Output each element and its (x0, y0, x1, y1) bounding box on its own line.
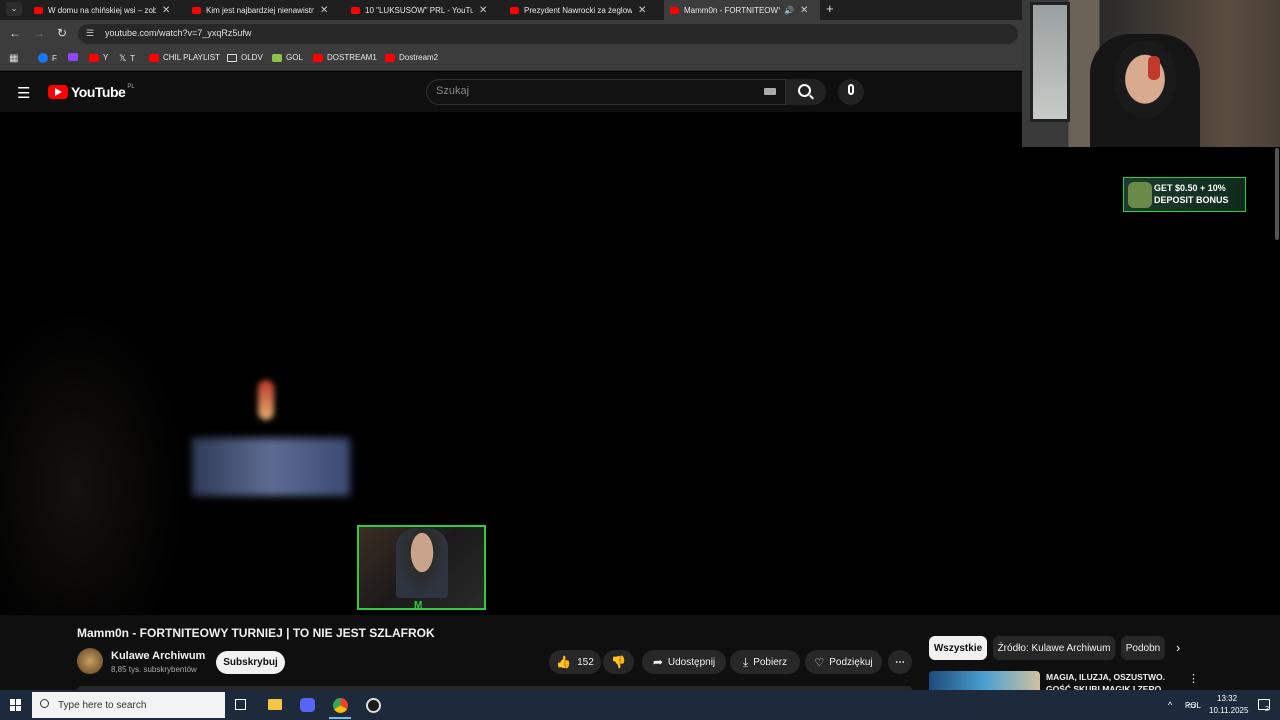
share-arrow-icon: ➦ (652, 655, 663, 669)
close-tab-icon[interactable]: ✕ (800, 5, 808, 16)
new-tab-button[interactable]: + (826, 1, 834, 16)
dislike-button[interactable]: 👎 (603, 650, 634, 674)
channel-avatar[interactable] (77, 648, 103, 674)
chip-source[interactable]: Źródło: Kulawe Archiwum (993, 636, 1115, 660)
youtube-favicon-icon (192, 6, 201, 14)
recommended-title-line1[interactable]: MAGIA, ILUZJA, OSZUSTWO. (1046, 672, 1165, 682)
tab-list-dropdown[interactable]: ⌄ (6, 2, 22, 16)
download-icon: ⤓ (742, 654, 749, 669)
bookmark-gol[interactable]: GOL (272, 53, 303, 62)
window-frame (1030, 2, 1070, 122)
youtube-favicon-icon (510, 6, 519, 14)
webcam-logo-m: M (414, 600, 423, 611)
keyboard-language[interactable]: POL (1185, 701, 1201, 710)
like-button[interactable]: 👍 152 (549, 650, 601, 674)
video-player[interactable] (0, 112, 1280, 615)
youtube-icon (313, 53, 323, 62)
taskbar-search-icon (40, 699, 49, 708)
bookmark-dostream1[interactable]: DOSTREAM1 (313, 53, 377, 62)
close-tab-icon[interactable]: ✕ (320, 5, 328, 16)
chevron-right-icon[interactable]: › (1176, 640, 1180, 655)
youtube-play-logo-icon (48, 85, 68, 99)
tray-chevron-up-icon[interactable]: ^ (1168, 700, 1172, 710)
bookmark-f[interactable]: F (38, 53, 57, 63)
blurred-figure (258, 380, 274, 420)
headset-icon (1148, 56, 1160, 80)
folder-icon (227, 53, 237, 62)
forward-icon[interactable]: → (33, 26, 45, 40)
more-actions-button[interactable]: ⋯ (888, 650, 912, 674)
clock-date[interactable]: 10.11.2025 (1209, 706, 1248, 715)
keyboard-icon[interactable] (764, 88, 776, 95)
gol-icon (272, 53, 282, 62)
clock-time[interactable]: 13:32 (1217, 694, 1237, 703)
youtube-favicon-icon (670, 6, 679, 14)
back-icon[interactable]: ← (9, 26, 21, 40)
microphone-icon (848, 84, 854, 95)
recommended-menu-icon[interactable]: ⋮ (1188, 672, 1199, 685)
tab-5-active[interactable]: Mamm0n - FORTNITEOWY 🔊 ✕ (664, 0, 820, 20)
notification-count: 2 (1265, 706, 1269, 713)
tab-2[interactable]: Kim jest najbardziej nienawistn ✕ (186, 0, 342, 20)
facecam-person (1090, 34, 1200, 147)
bookmark-t[interactable]: 𝕏T (119, 53, 135, 64)
blurred-game-element (192, 438, 350, 496)
subscribe-button[interactable]: Subskrybuj (216, 651, 285, 674)
app-icon-obs[interactable] (366, 698, 381, 713)
tab-1[interactable]: W domu na chińskiej wsi – zob ✕ (28, 0, 184, 20)
more-dots-icon: ⋯ (895, 656, 905, 668)
file-explorer-icon[interactable] (268, 699, 282, 710)
bookmark-y[interactable]: Y (89, 53, 108, 62)
tab-3[interactable]: 10 "LUKSUSÓW" PRL - YouTube ✕ (345, 0, 501, 20)
search-input[interactable] (426, 79, 786, 105)
chip-all[interactable]: Wszystkie (929, 636, 987, 660)
webcam-person (396, 528, 448, 598)
task-view-icon[interactable] (235, 699, 246, 710)
youtube-icon (385, 53, 395, 62)
reload-icon[interactable]: ↻ (57, 26, 67, 40)
close-tab-icon[interactable]: ✕ (638, 5, 646, 16)
channel-name[interactable]: Kulawe Archiwum (111, 650, 205, 662)
video-title: Mamm0n - FORTNITEOWY TURNIEJ | TO NIE JE… (77, 626, 435, 640)
search-placeholder: Szukaj (436, 85, 470, 97)
video-frame-gradient (0, 300, 190, 615)
youtube-favicon-icon (34, 6, 43, 14)
page-scrollbar[interactable] (1275, 148, 1279, 240)
download-button[interactable]: ⤓ Pobierz (730, 650, 800, 674)
twitch-icon (68, 53, 78, 61)
chrome-active-indicator (329, 717, 351, 719)
ad-banner[interactable]: GET $0.50 + 10% DEPOSIT BONUS (1123, 177, 1246, 212)
youtube-icon (89, 53, 99, 62)
close-tab-icon[interactable]: ✕ (479, 5, 487, 16)
windows-start-icon[interactable] (10, 699, 22, 711)
url-text[interactable]: youtube.com/watch?v=7_yxqRz5ufw (105, 28, 251, 38)
chrome-icon[interactable] (333, 698, 348, 713)
bookmark-oldv[interactable]: OLDV (227, 53, 263, 62)
hamburger-menu-icon[interactable]: ☰ (17, 84, 30, 102)
site-settings-icon[interactable]: ☰ (86, 28, 94, 39)
facebook-icon (38, 53, 48, 63)
close-tab-icon[interactable]: ✕ (162, 5, 170, 16)
youtube-favicon-icon (351, 6, 360, 14)
youtube-logo[interactable]: YouTube PL (48, 84, 135, 100)
subscriber-count: 8,85 tys. subskrybentów (111, 665, 197, 674)
tab-4[interactable]: Prezydent Nawrocki za żeglowi ✕ (504, 0, 660, 20)
youtube-icon (149, 53, 159, 62)
discord-icon[interactable] (300, 698, 315, 712)
chip-similar[interactable]: Podobn (1121, 636, 1165, 660)
taskbar-search-placeholder: Type here to search (58, 700, 147, 711)
x-logo-icon: 𝕏 (119, 53, 127, 63)
share-button[interactable]: ➦ Udostępnij (642, 650, 726, 674)
apps-grid-icon[interactable]: ▦ (9, 53, 18, 64)
thanks-button[interactable]: ♡ Podziękuj (805, 650, 882, 674)
recommended-thumbnail[interactable] (929, 671, 1040, 690)
bookmark-chil-playlist[interactable]: CHIL PLAYLIST (149, 53, 220, 62)
thumbs-up-icon: 👍 (556, 655, 572, 669)
bookmark-dostream2[interactable]: Dostream2 (385, 53, 438, 62)
audio-playing-icon[interactable]: 🔊 (784, 6, 794, 15)
ad-mascot-icon (1128, 182, 1152, 208)
thanks-heart-icon: ♡ (814, 656, 825, 669)
bookmark-twitch[interactable] (68, 53, 82, 61)
thumbs-down-icon: 👎 (611, 655, 626, 669)
